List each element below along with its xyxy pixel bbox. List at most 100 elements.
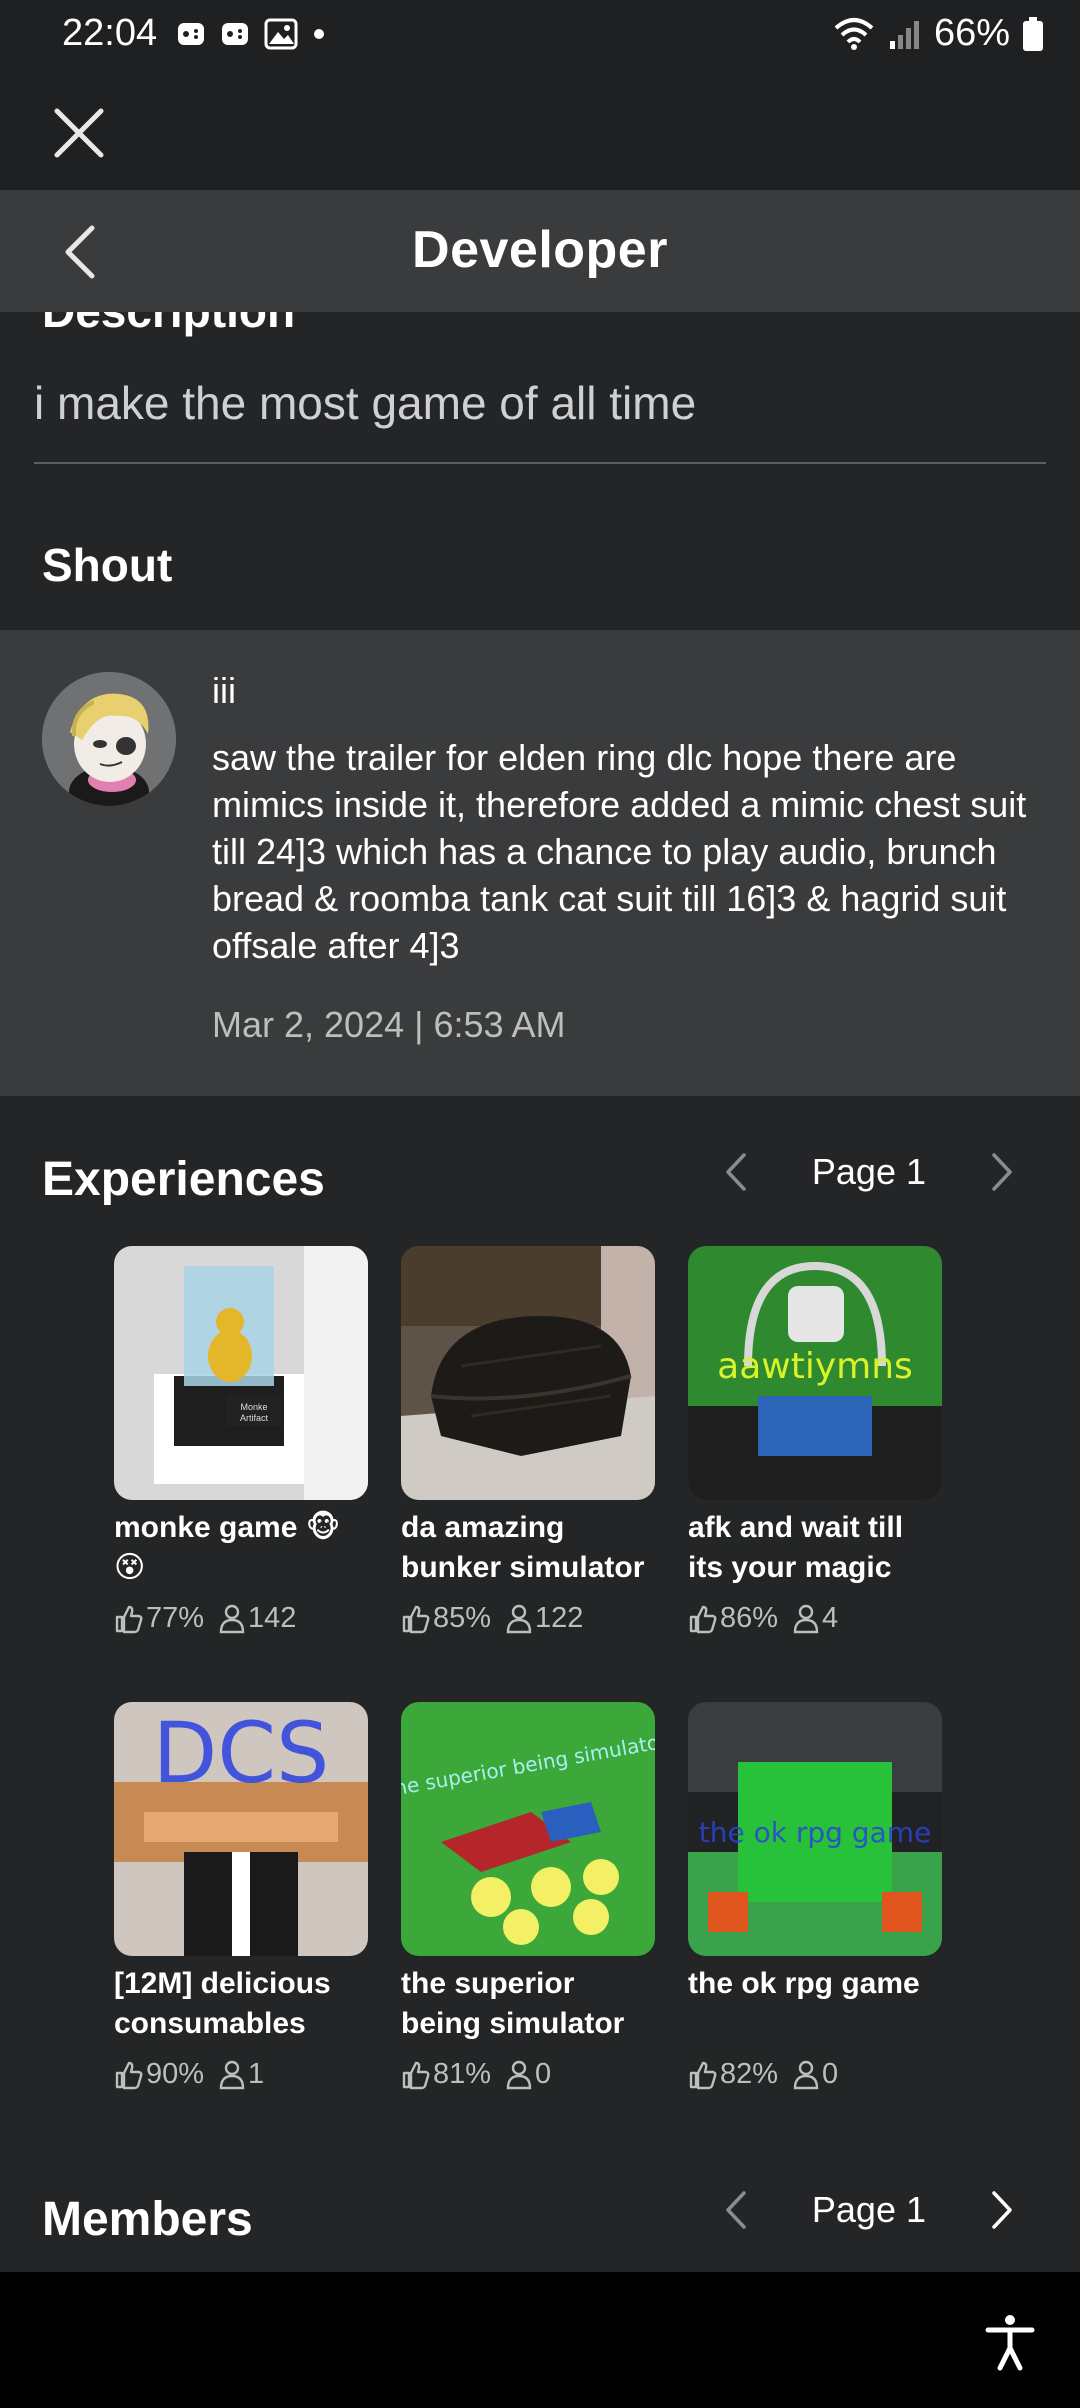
game-rating: 81% (433, 2058, 492, 2090)
game-card[interactable]: Monke Artifact monke game 🐵😵 77% 142 (114, 1246, 368, 1702)
player-icon (506, 2060, 532, 2089)
game-thumbnail[interactable]: the ok rpg game (688, 1702, 942, 1956)
player-icon (793, 1604, 819, 1633)
page-title: Developer (412, 221, 668, 279)
chevron-right-icon (992, 2191, 1012, 2229)
shout-date: Mar 2, 2024 | 6:53 AM (212, 1004, 566, 1045)
game-stats: 82% 0 (688, 2058, 942, 2091)
game-title[interactable]: afk and wait till its your magic (688, 1508, 942, 1590)
game-thumbnail[interactable]: aawtiymns (688, 1246, 942, 1500)
thumbs-up-icon (115, 1605, 143, 1633)
shout-username[interactable]: iii (212, 670, 236, 712)
battery-percent: 66% (933, 12, 1010, 54)
chevron-left-icon (726, 2191, 746, 2229)
signal-icon (889, 20, 919, 49)
game-rating: 85% (433, 1602, 492, 1634)
accessibility-icon (985, 2315, 1035, 2371)
game-players: 142 (248, 1602, 297, 1634)
game-rating: 77% (146, 1602, 205, 1634)
game-players: 1 (248, 2058, 265, 2090)
game-thumbnail-image: DCS (114, 1702, 368, 1956)
experiences-prev-page-button[interactable] (706, 1142, 766, 1202)
game-card[interactable]: da amazing bunker simulator 85% 122 (401, 1246, 655, 1702)
shout-panel: iii saw the trailer for elden ring dlc h… (0, 630, 1080, 1096)
description-text: i make the most game of all time (34, 377, 697, 429)
game-stats: 85% 122 (401, 1602, 655, 1635)
system-icons: 66% (832, 12, 1044, 55)
thumbnail-caption: DCS (153, 1704, 330, 1802)
game-thumbnail[interactable]: DCS (114, 1702, 368, 1956)
members-prev-page-button[interactable] (706, 2180, 766, 2240)
notification-icons (176, 18, 326, 50)
player-icon (506, 1604, 532, 1633)
game-stats: 90% 1 (114, 2058, 368, 2091)
avatar[interactable] (42, 672, 176, 806)
avatar-image (42, 672, 176, 806)
game-thumbnail[interactable]: the superior being simulator (401, 1702, 655, 1956)
thumbnail-caption: aawtiymns (717, 1346, 913, 1387)
chevron-right-icon (992, 1153, 1012, 1191)
thumbs-up-icon (115, 2061, 143, 2089)
thumbs-up-icon (689, 1605, 717, 1633)
game-thumbnail-image: the superior being simulator (401, 1702, 655, 1956)
description-heading: Description (42, 312, 295, 338)
game-title[interactable]: monke game 🐵😵 (114, 1508, 368, 1590)
player-icon (219, 1604, 245, 1633)
svg-text:Artifact: Artifact (240, 1413, 269, 1423)
shout-heading: Shout (42, 539, 173, 591)
experiences-grid: Monke Artifact monke game 🐵😵 77% 142 da … (114, 1246, 994, 2158)
player-icon (219, 2060, 245, 2089)
thumbnail-caption: the ok rpg game (699, 1816, 932, 1849)
game-card[interactable]: aawtiymns afk and wait till its your mag… (688, 1246, 942, 1702)
close-button[interactable] (40, 94, 118, 172)
game-card[interactable]: DCS [12M] delicious consumables 90% 1 (114, 1702, 368, 2158)
thumbs-up-icon (402, 1605, 430, 1633)
scroll-content[interactable]: Description i make the most game of all … (0, 312, 1080, 2272)
game-stats: 86% 4 (688, 1602, 942, 1635)
image-icon (264, 18, 298, 50)
game-controller-icon (178, 23, 204, 45)
experiences-heading: Experiences (42, 1153, 325, 1206)
game-thumbnail[interactable]: Monke Artifact (114, 1246, 368, 1500)
game-rating: 82% (720, 2058, 779, 2090)
chevron-left-icon (726, 1153, 746, 1191)
game-card[interactable]: the ok rpg game the ok rpg game 82% 0 (688, 1702, 942, 2158)
game-thumbnail-image: the ok rpg game (688, 1702, 942, 1956)
game-rating: 90% (146, 2058, 205, 2090)
game-thumbnail[interactable] (401, 1246, 655, 1500)
status-bar: 22:04 66% (0, 0, 1080, 72)
dot-icon (314, 29, 324, 39)
player-icon (793, 2060, 819, 2089)
battery-icon (1023, 16, 1043, 51)
game-stats: 77% 142 (114, 1602, 368, 1635)
thumbs-up-icon (402, 2061, 430, 2089)
experiences-pager: Page 1 (706, 1142, 1032, 1202)
members-page-label: Page 1 (811, 2189, 926, 2230)
members-pager: Page 1 (706, 2180, 1032, 2240)
thumbs-up-icon (689, 2061, 717, 2089)
experiences-next-page-button[interactable] (972, 1142, 1032, 1202)
game-thumbnail-image (401, 1246, 655, 1500)
close-icon (54, 108, 104, 158)
wifi-icon (834, 17, 874, 50)
game-title[interactable]: the superior being simulator (401, 1964, 655, 2046)
top-bar (0, 72, 1080, 190)
game-players: 4 (822, 1602, 839, 1634)
status-time: 22:04 (62, 12, 158, 54)
shout-message: saw the trailer for elden ring dlc hope … (212, 737, 1027, 966)
game-title[interactable]: da amazing bunker simulator (401, 1508, 655, 1590)
members-heading: Members (42, 2193, 253, 2246)
game-title[interactable]: [12M] delicious consumables (114, 1964, 368, 2046)
game-title[interactable]: the ok rpg game (688, 1964, 942, 2046)
experiences-page-label: Page 1 (811, 1151, 926, 1192)
game-stats: 81% 0 (401, 2058, 655, 2091)
members-next-page-button[interactable] (972, 2180, 1032, 2240)
accessibility-button[interactable] (980, 2312, 1040, 2372)
game-thumbnail-image: Monke Artifact (114, 1246, 368, 1500)
system-nav-bar (0, 2272, 1080, 2408)
game-thumbnail-image: aawtiymns (688, 1246, 942, 1500)
game-card[interactable]: the superior being simulator the superio… (401, 1702, 655, 2158)
game-controller-icon (222, 23, 248, 45)
page-header: Developer (0, 190, 1080, 312)
game-players: 0 (822, 2058, 839, 2090)
